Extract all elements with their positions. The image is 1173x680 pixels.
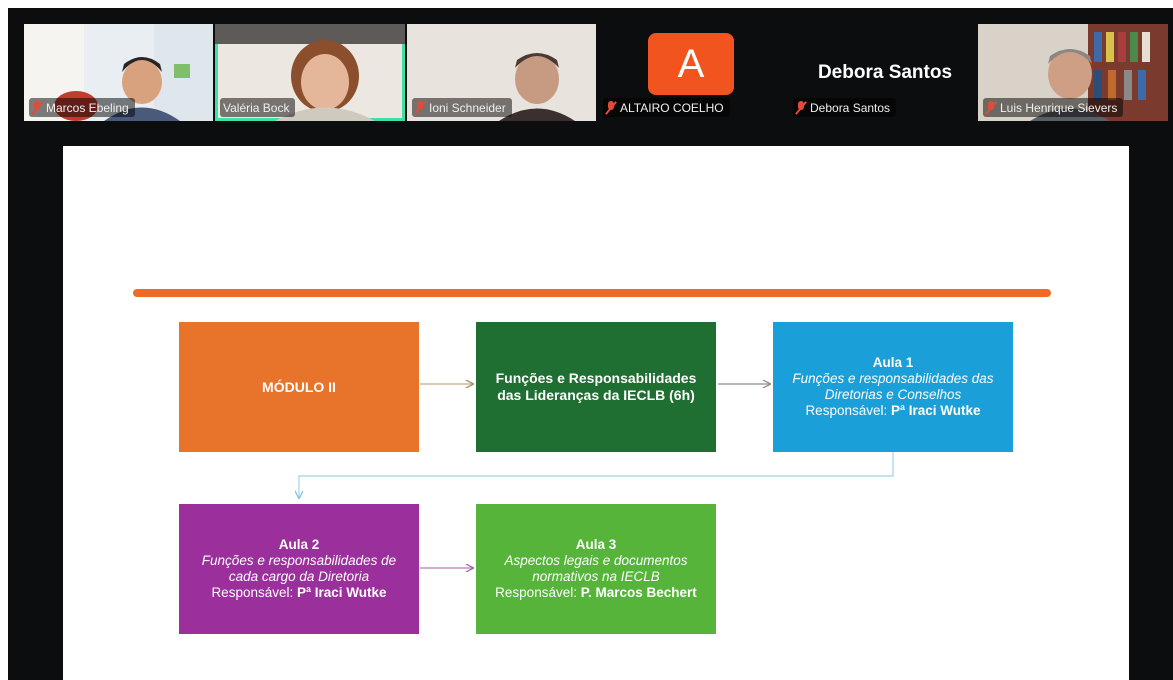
participant-name: Marcos Ebeling — [46, 100, 129, 115]
participant-tile-valeria[interactable]: Valéria Bock — [215, 24, 405, 121]
participant-avatar: A — [648, 33, 734, 95]
modulo-title: MÓDULO II — [262, 379, 336, 395]
arrow-aula1-to-aula2 — [299, 452, 894, 498]
participant-name: ALTAIRO COELHO — [620, 100, 724, 115]
participant-display-name: Debora Santos — [817, 62, 953, 83]
participant-name-tag: ALTAIRO COELHO — [603, 98, 730, 117]
mic-off-icon — [796, 101, 806, 114]
aula3-title: Aula 3 — [575, 537, 617, 552]
participant-name-tag: Luis Henrique Sievers — [983, 98, 1124, 117]
aula1-box: Aula 1 Funções e responsabilidades das D… — [773, 322, 1013, 452]
participant-name: Ioni Schneider — [429, 100, 506, 115]
aula3-subtitle: Aspectos legais e documentos normativos … — [504, 553, 688, 584]
aula1-resp-label: Responsável: — [805, 403, 888, 418]
participant-tile-luis[interactable]: Luis Henrique Sievers — [978, 24, 1168, 121]
avatar-letter: A — [677, 41, 705, 86]
mic-off-icon — [32, 101, 42, 114]
aula2-subtitle: Funções e responsabilidades de cada carg… — [201, 553, 397, 584]
participant-name: Debora Santos — [810, 100, 891, 115]
aula3-resp-label: Responsável: — [495, 585, 577, 600]
mic-off-icon — [415, 101, 425, 114]
shared-slide: MÓDULO II Funções e Responsabilidades da… — [63, 146, 1129, 680]
aula3-box: Aula 3 Aspectos legais e documentos norm… — [476, 504, 716, 634]
aula2-box: Aula 2 Funções e responsabilidades de ca… — [179, 504, 419, 634]
funcoes-box: Funções e Responsabilidades das Lideranç… — [476, 322, 716, 452]
aula2-resp-name: Pª Iraci Wutke — [297, 585, 387, 600]
aula2-title: Aula 2 — [278, 537, 320, 552]
aula2-resp-label: Responsável: — [211, 585, 294, 600]
mic-off-icon — [606, 101, 616, 114]
participant-name-tag: Marcos Ebeling — [29, 98, 135, 117]
aula1-subtitle: Funções e responsabilidades das Diretori… — [792, 371, 994, 402]
participant-name: Valéria Bock — [223, 100, 290, 115]
modulo-box: MÓDULO II — [179, 322, 419, 452]
mic-off-icon — [986, 101, 996, 114]
aula1-resp-name: Pª Iraci Wutke — [891, 403, 981, 418]
participant-name-tag: Ioni Schneider — [412, 98, 512, 117]
participant-name-tag: Valéria Bock — [220, 98, 296, 117]
participant-name-tag: Debora Santos — [793, 98, 897, 117]
participant-tile-marcos[interactable]: Marcos Ebeling — [24, 24, 213, 121]
participant-tile-ioni[interactable]: Ioni Schneider — [407, 24, 596, 121]
aula3-resp-name: P. Marcos Bechert — [580, 585, 697, 600]
funcoes-title: Funções e Responsabilidades das Lideranç… — [495, 370, 697, 403]
aula1-title: Aula 1 — [872, 355, 914, 370]
participant-name: Luis Henrique Sievers — [1000, 100, 1118, 115]
